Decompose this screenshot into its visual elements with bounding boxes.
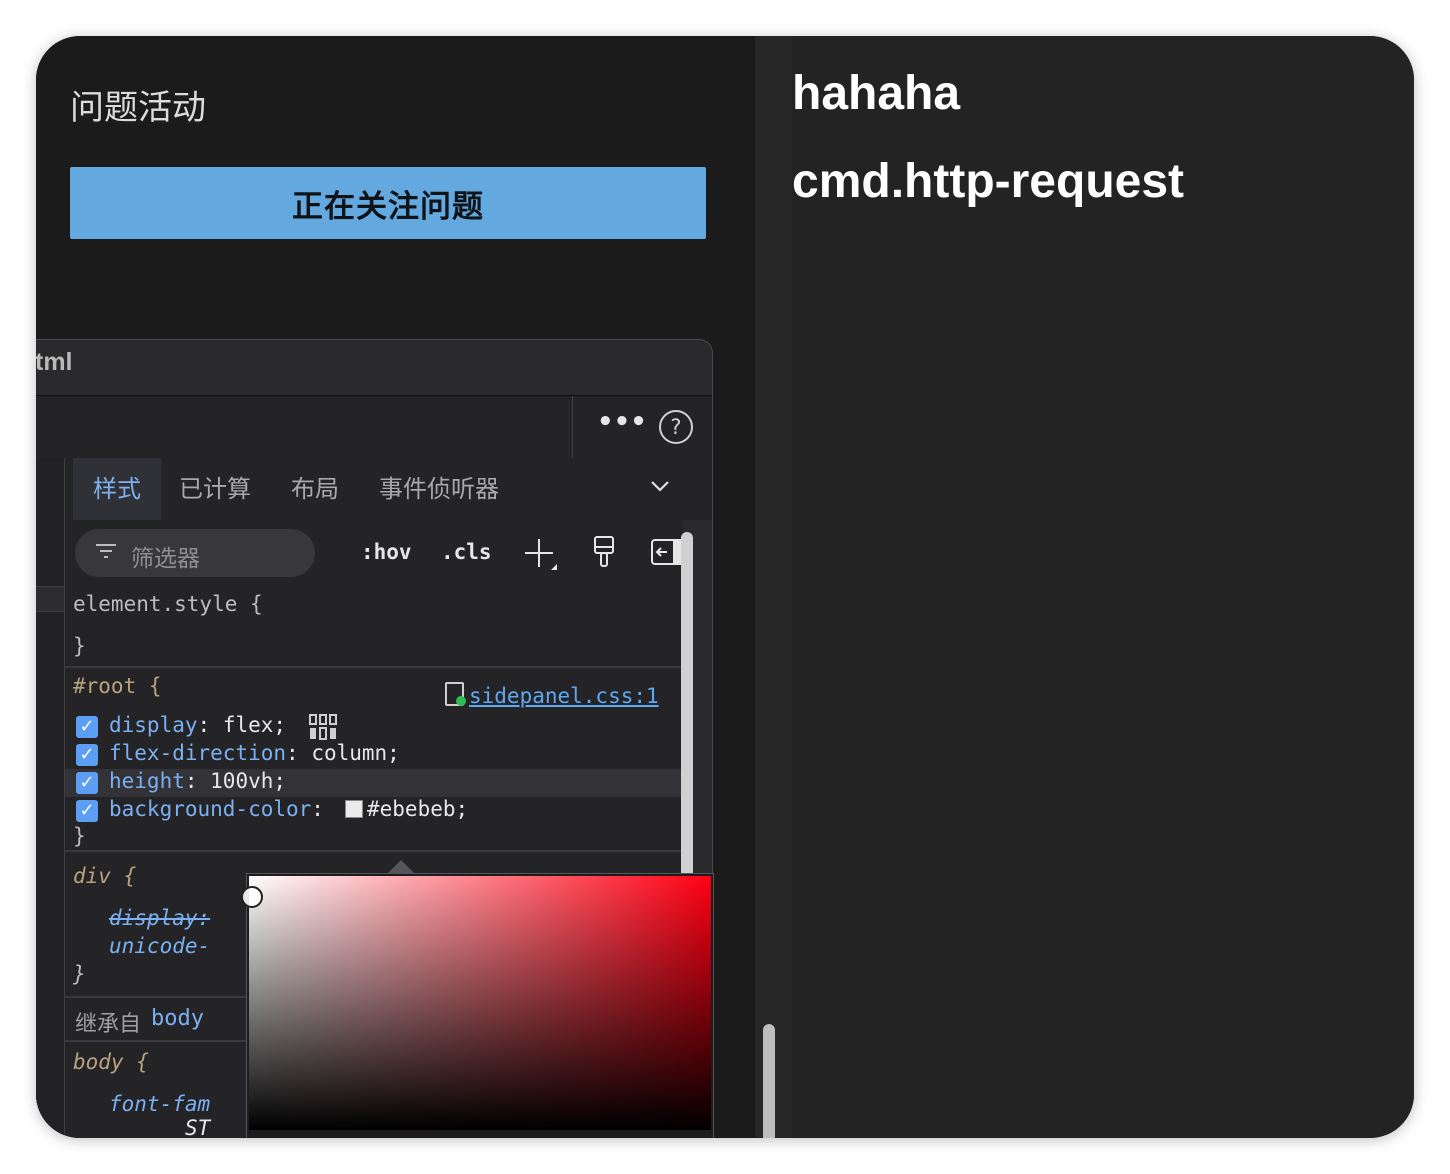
help-circle-icon[interactable]: ? [659,410,693,444]
inherited-element-link[interactable]: body [151,1006,204,1031]
saturation-value-area[interactable] [241,876,711,1130]
color-picker [241,873,714,1138]
color-swatch[interactable] [345,800,363,818]
panel-scrollbar [754,36,797,1138]
color-value[interactable]: #ebebeb; [367,797,468,821]
scrollbar-thumb[interactable] [763,1024,775,1138]
inherited-label: 继承自 [75,1012,142,1037]
declaration-display-overridden[interactable]: display: [109,906,210,930]
class-toggle-button[interactable]: .cls [441,540,492,564]
color-picker-pointer [387,860,415,874]
declaration-display[interactable]: display: flex; [109,713,286,737]
divider [65,850,683,852]
rule-close-brace: } [73,824,86,848]
browser-window: 问题活动 正在关注问题 tml ••• ? 样式 已计算 布局 事件侦听器 筛选… [36,36,1414,1138]
devtools-title: tml [36,348,73,376]
tab-event-listeners[interactable]: 事件侦听器 [379,458,499,520]
filter-input[interactable]: 筛选器 [75,529,315,577]
divider [65,666,683,668]
body-selector[interactable]: body { [73,1050,149,1074]
flexbox-editor-icon[interactable] [309,714,339,744]
toggle-sidebar-icon[interactable] [651,538,685,570]
tab-styles[interactable]: 样式 [73,458,161,520]
styles-filter-bar: 筛选器 :hov .cls [65,520,685,587]
rule-close-brace: } [73,634,86,658]
side-panel: 问题活动 正在关注问题 tml ••• ? 样式 已计算 布局 事件侦听器 筛选… [36,36,754,1138]
source-link[interactable]: sidepanel.css:1 [469,684,659,708]
hover-state-button[interactable]: :hov [361,540,412,564]
more-horizontal-icon[interactable]: ••• [597,408,647,444]
checkbox[interactable]: ✓ [76,800,98,822]
declaration-font-family[interactable]: font-fam [109,1092,210,1116]
declaration-value-continued: ST [185,1116,211,1138]
declaration-background-color[interactable]: background-color: [109,797,337,821]
styles-tabs: 样式 已计算 布局 事件侦听器 [65,458,712,520]
new-rule-icon[interactable] [523,536,559,576]
elements-tree-edge [36,458,65,1138]
root-selector[interactable]: #root { [73,674,162,698]
declaration-unicode[interactable]: unicode- [109,934,210,958]
main-content: hahaha cmd.http-request [792,36,1414,1138]
devtools-toolbar: ••• ? [36,396,712,458]
checkbox[interactable]: ✓ [76,744,98,766]
element-style-selector[interactable]: element.style { [73,592,263,616]
checkbox[interactable]: ✓ [76,772,98,794]
checkbox[interactable]: ✓ [76,716,98,738]
declaration-flex-direction[interactable]: flex-direction: column; [109,741,400,765]
selected-node-row[interactable] [36,586,64,612]
page-title: 问题活动 [70,88,206,128]
div-selector[interactable]: div { [73,864,136,888]
paint-brush-icon[interactable] [591,534,619,574]
divider [572,396,573,458]
chevron-down-icon[interactable] [648,474,672,504]
content-heading-1: hahaha [792,67,961,120]
tab-layout[interactable]: 布局 [291,458,339,520]
filter-icon [95,541,117,566]
rule-close-brace: } [73,962,86,986]
declaration-height[interactable]: height: 100vh; [109,769,286,793]
tab-computed[interactable]: 已计算 [179,458,251,520]
filter-placeholder: 筛选器 [131,546,200,572]
color-picker-handle[interactable] [241,886,263,908]
status-dot [456,696,466,706]
content-heading-2: cmd.http-request [792,155,1185,208]
follow-issues-button[interactable]: 正在关注问题 [70,167,706,239]
